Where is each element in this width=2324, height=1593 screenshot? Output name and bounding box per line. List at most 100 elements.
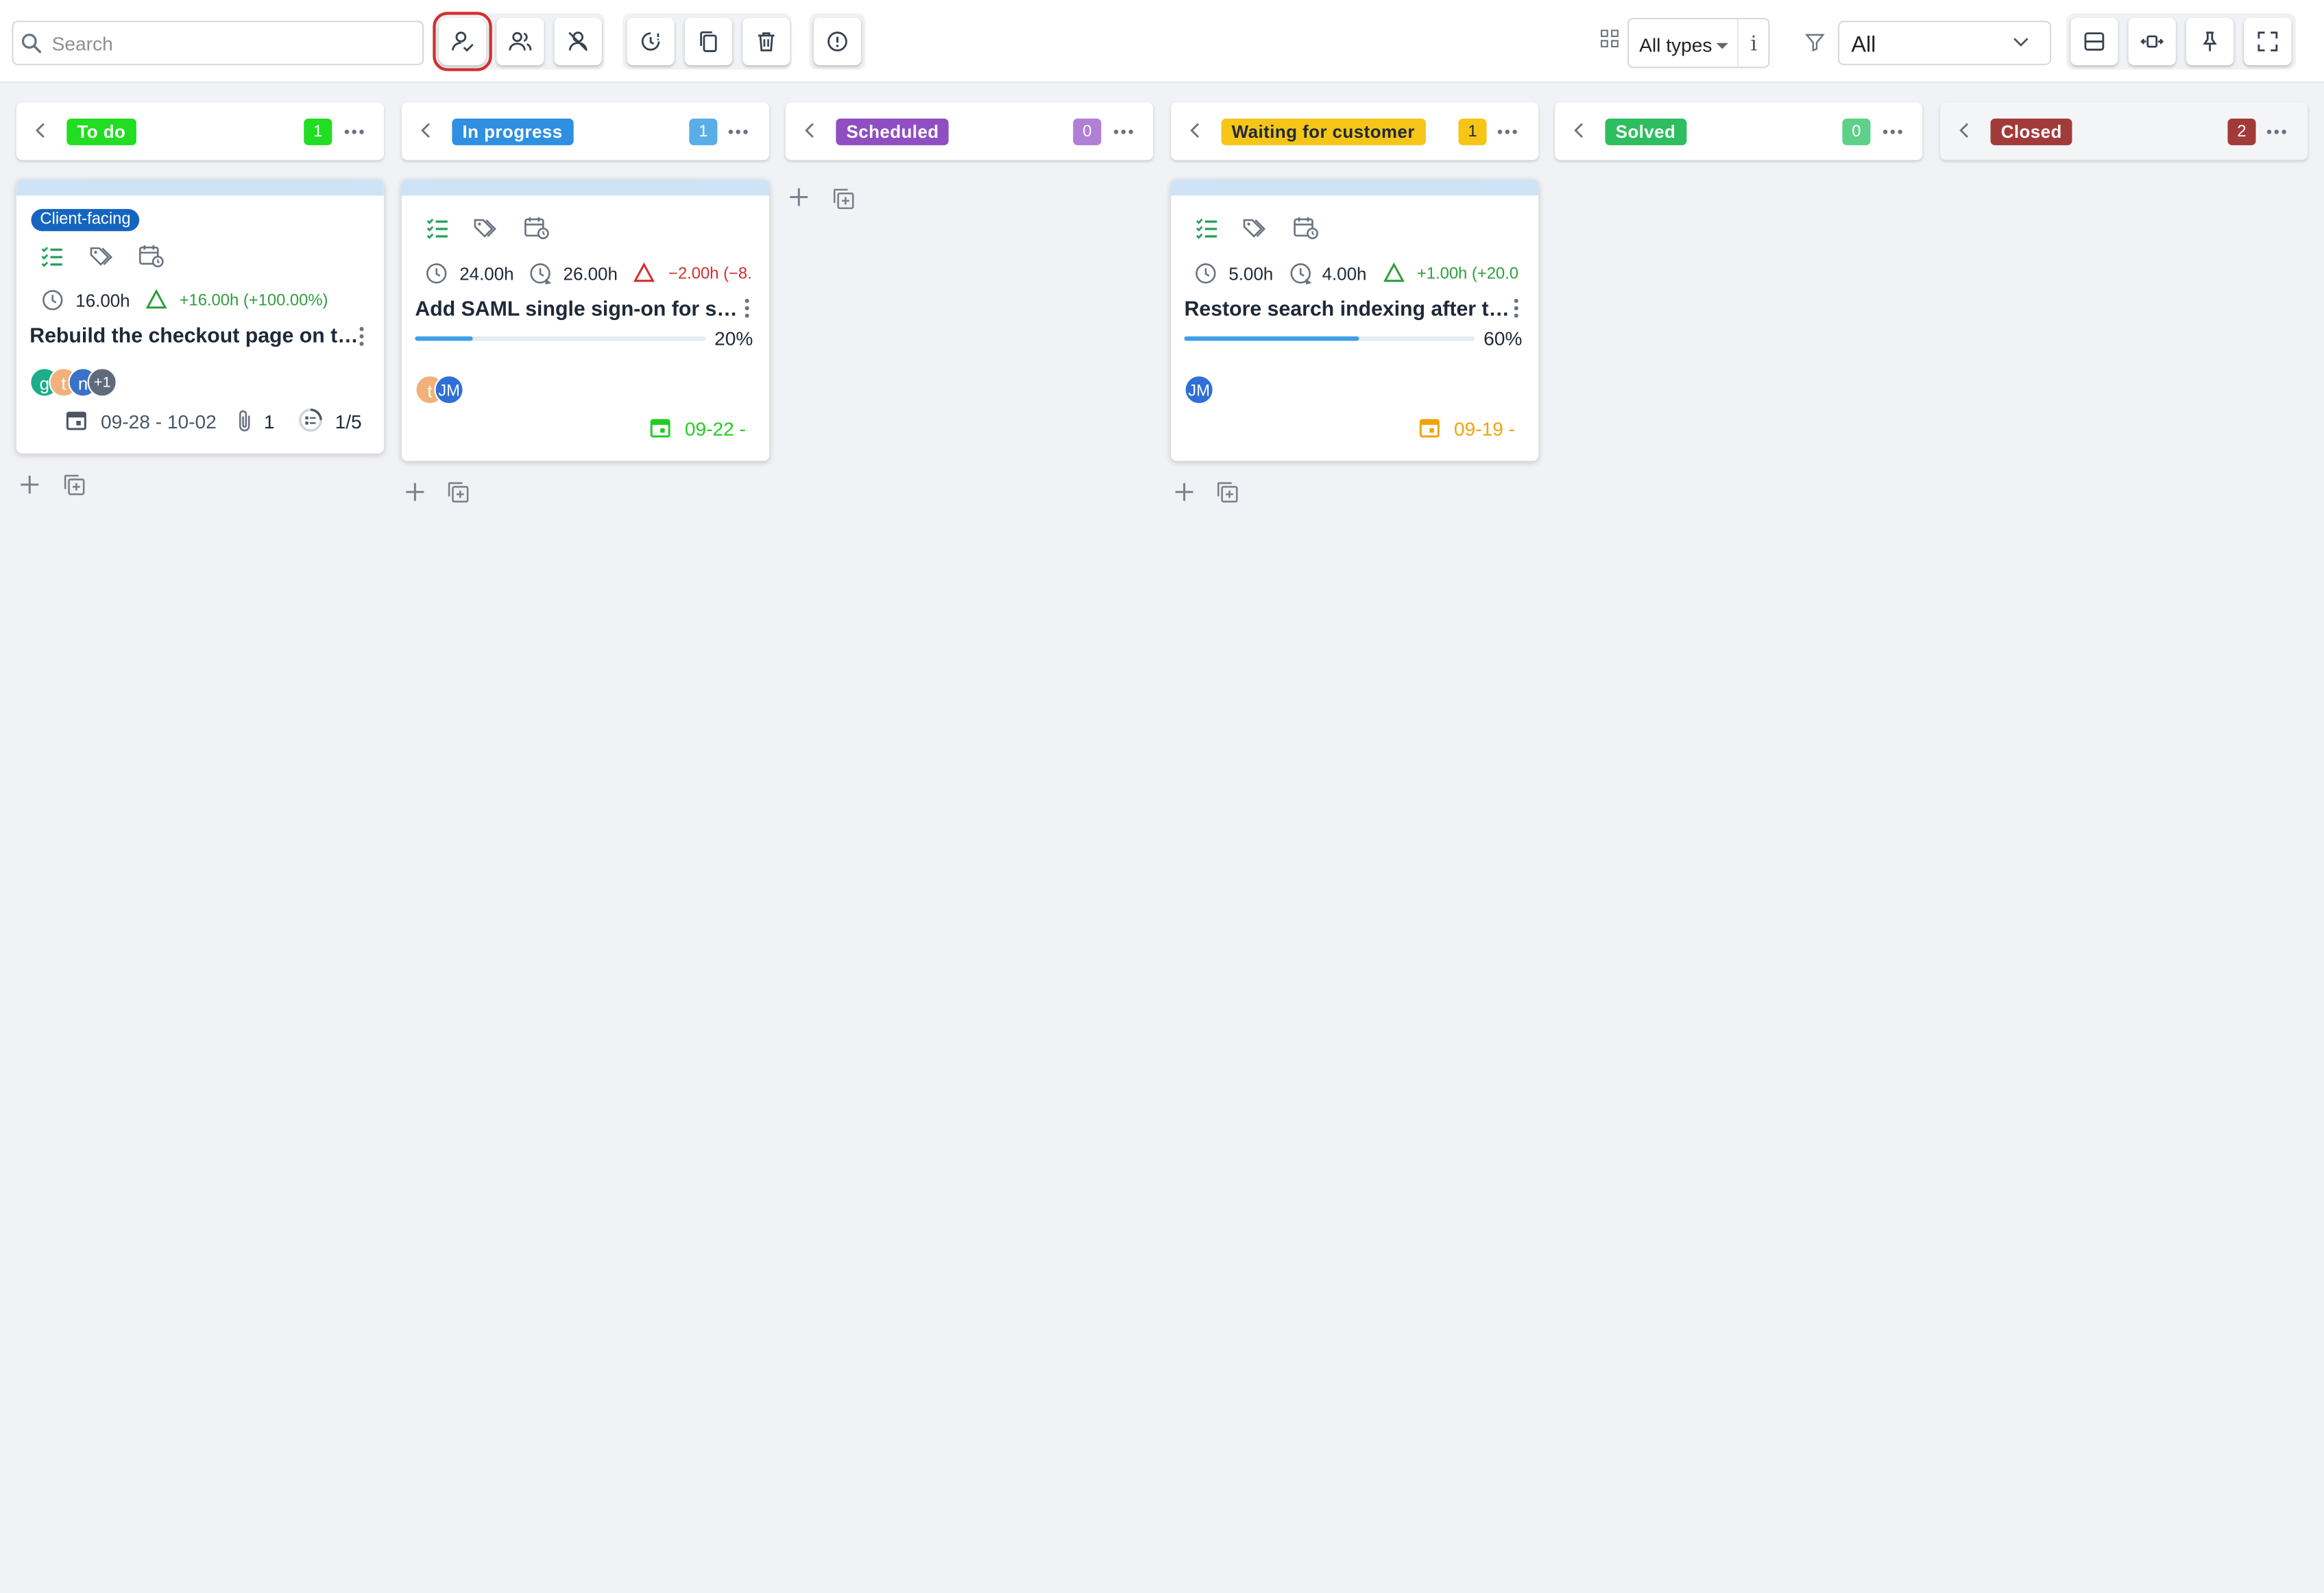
checklist-icon[interactable] <box>40 245 64 269</box>
add-task-icon[interactable] <box>18 473 42 497</box>
avatar[interactable]: JM <box>1184 374 1214 405</box>
delta-warning-icon <box>633 262 655 282</box>
count-badge: 0 <box>1073 118 1102 145</box>
progress-fill <box>1184 336 1359 341</box>
expand-columns-button[interactable] <box>2128 17 2176 66</box>
filter-select[interactable]: All <box>1837 21 2052 66</box>
column-header-scheduled[interactable]: Scheduled 0 <box>785 102 1154 160</box>
my-tasks-button[interactable] <box>433 12 492 71</box>
due-date[interactable]: 09-19 - <box>1454 418 1515 440</box>
spent-hours: 4.00h <box>1322 263 1367 285</box>
chevron-left-icon[interactable] <box>1958 121 1970 139</box>
due-date-range[interactable]: 09-28 - 10-02 <box>101 411 217 433</box>
estimate-hours: 5.00h <box>1228 263 1274 285</box>
checklist-icon[interactable] <box>425 217 449 241</box>
search-input[interactable] <box>51 28 415 58</box>
collapse-rows-button[interactable] <box>2070 17 2118 66</box>
more-vertical-icon[interactable] <box>1512 298 1521 319</box>
more-horizontal-icon[interactable] <box>342 120 366 144</box>
calendar-clock-icon[interactable] <box>1292 215 1319 240</box>
status-badge: Solved <box>1605 118 1686 145</box>
attachment-count: 1 <box>263 410 275 433</box>
task-title[interactable]: Rebuild the checkout page on th... <box>29 323 359 347</box>
paperclip-icon <box>239 410 250 432</box>
more-vertical-icon[interactable] <box>742 298 751 319</box>
type-info-button[interactable]: i <box>1750 33 1757 57</box>
info-button[interactable] <box>813 17 862 66</box>
assignee-filter-group <box>433 12 605 71</box>
more-horizontal-icon[interactable] <box>1495 120 1519 144</box>
column-header-todo[interactable]: To do 1 <box>16 102 384 160</box>
type-select-divider <box>1736 19 1739 67</box>
chevron-left-icon[interactable] <box>420 121 431 139</box>
count-badge: 1 <box>304 118 332 145</box>
chevron-left-icon[interactable] <box>1189 121 1200 139</box>
task-title[interactable]: Restore search indexing after th... <box>1184 296 1513 320</box>
type-select[interactable]: All types i <box>1627 17 1770 69</box>
delta-up-icon <box>145 289 167 309</box>
add-from-template-icon[interactable] <box>62 473 86 497</box>
due-date[interactable]: 09-22 - <box>685 418 746 440</box>
status-badge: Scheduled <box>836 118 949 145</box>
column-header-solved[interactable]: Solved 0 <box>1554 102 1923 160</box>
info-group <box>809 13 866 70</box>
fullscreen-button[interactable] <box>2244 17 2292 66</box>
user-off-icon <box>568 32 588 51</box>
chevron-left-icon[interactable] <box>34 121 46 139</box>
unassigned-tasks-button[interactable] <box>554 17 602 66</box>
calendar-icon <box>1419 419 1440 438</box>
task-card[interactable]: 24.00h 26.00h −2.00h (−8. Add SAML singl… <box>401 179 770 461</box>
copy-button[interactable] <box>684 17 733 66</box>
checklist-icon[interactable] <box>1195 217 1219 241</box>
more-horizontal-icon[interactable] <box>2265 120 2289 144</box>
estimate-hours: 16.00h <box>75 290 130 312</box>
delete-button[interactable] <box>742 17 790 66</box>
filter-icon <box>1805 34 1825 52</box>
label-tag[interactable]: Client-facing <box>31 208 140 232</box>
tags-icon[interactable] <box>89 245 114 269</box>
calendar-clock-icon[interactable] <box>523 215 550 240</box>
count-badge: 2 <box>2227 118 2256 145</box>
more-horizontal-icon[interactable] <box>726 120 750 144</box>
chevron-left-icon[interactable] <box>803 121 815 139</box>
history-button[interactable] <box>627 17 675 66</box>
user-check-icon <box>452 32 474 52</box>
add-from-template-icon[interactable] <box>446 480 470 504</box>
add-task-icon[interactable] <box>403 480 427 504</box>
column-header-closed[interactable]: Closed 2 <box>1940 102 2308 160</box>
team-tasks-button[interactable] <box>496 17 544 66</box>
add-task-icon[interactable] <box>1172 480 1196 504</box>
add-task-icon[interactable] <box>787 185 811 209</box>
checklist-progress-icon <box>299 409 322 432</box>
tags-icon[interactable] <box>473 217 498 241</box>
clock-icon <box>43 290 63 311</box>
chevron-down-icon <box>2013 38 2029 47</box>
column-header-waiting[interactable]: Waiting for customer 1 <box>1170 102 1539 160</box>
clock-alert-icon <box>641 32 660 51</box>
pin-icon <box>2203 32 2217 51</box>
task-title[interactable]: Add SAML single sign-on for staf... <box>415 296 744 320</box>
calendar-icon <box>650 419 670 438</box>
add-from-template-icon[interactable] <box>1215 480 1239 504</box>
toolbar: All types i All <box>0 0 2324 84</box>
more-horizontal-icon[interactable] <box>1112 120 1136 144</box>
info-circle-icon <box>827 32 847 51</box>
more-horizontal-icon[interactable] <box>1881 120 1905 144</box>
search-box[interactable] <box>12 21 424 66</box>
calendar-clock-icon[interactable] <box>138 243 165 269</box>
task-card[interactable]: Client-facing 16.00h +16.00h (+100.00%) … <box>16 179 384 454</box>
card-color-bar <box>1170 179 1539 196</box>
avatar[interactable]: JM <box>434 374 464 405</box>
spent-hours: 26.00h <box>563 263 618 285</box>
chevron-left-icon[interactable] <box>1573 121 1584 139</box>
column-header-in-progress[interactable]: In progress 1 <box>401 102 770 160</box>
task-card[interactable]: 5.00h 4.00h +1.00h (+20.0 Restore search… <box>1170 179 1539 461</box>
avatar-overflow[interactable]: +1 <box>87 367 117 398</box>
add-from-template-icon[interactable] <box>832 186 856 210</box>
more-vertical-icon[interactable] <box>357 326 366 347</box>
tags-icon[interactable] <box>1242 217 1268 241</box>
progress-fill <box>415 336 474 341</box>
pin-button[interactable] <box>2186 17 2234 66</box>
view-options-group <box>2066 13 2296 70</box>
task-actions-group <box>622 13 792 70</box>
